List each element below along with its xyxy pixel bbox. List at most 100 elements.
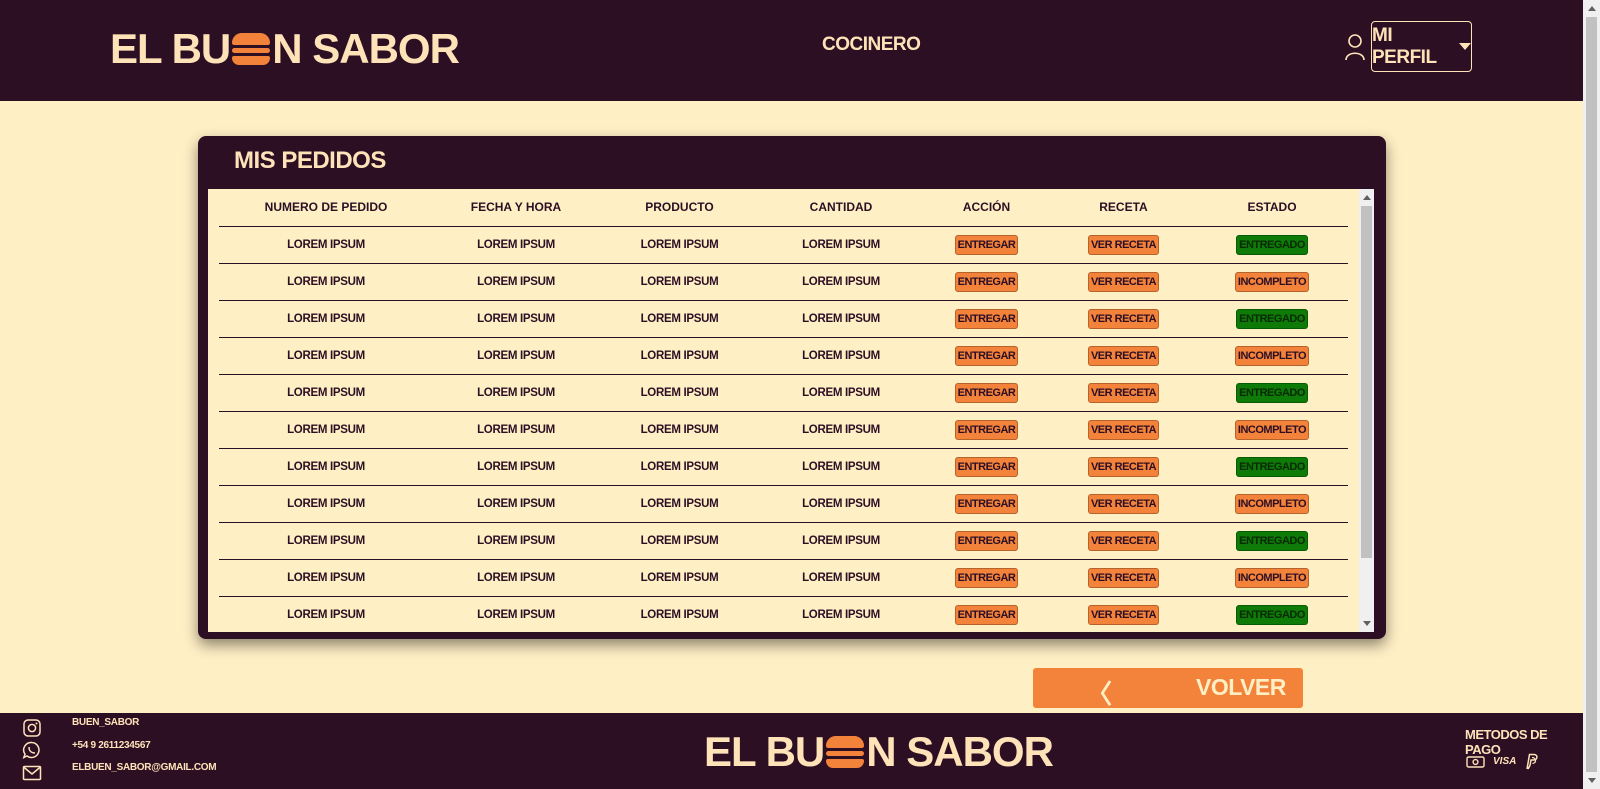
ver-receta-button[interactable]: VER RECETA <box>1087 345 1160 366</box>
cell-cantidad: LOREM IPSUM <box>760 300 922 338</box>
whatsapp-icon[interactable] <box>22 741 42 759</box>
cell-fecha: LOREM IPSUM <box>433 448 599 486</box>
status-badge: ENTREGADO <box>1236 308 1308 329</box>
entregar-button[interactable]: ENTREGAR <box>954 345 1019 366</box>
page-scroll-thumb[interactable] <box>1586 17 1597 772</box>
scroll-up-arrow-icon[interactable] <box>1363 195 1371 200</box>
top-navbar: EL BU N SABOR COCINERO MI PERFIL <box>0 0 1583 101</box>
cell-producto: LOREM IPSUM <box>599 522 760 560</box>
scroll-down-arrow-icon[interactable] <box>1363 621 1371 626</box>
entregar-button[interactable]: ENTREGAR <box>954 271 1019 292</box>
cell-cantidad: LOREM IPSUM <box>760 596 922 632</box>
cell-numero: LOREM IPSUM <box>219 300 433 338</box>
table-row: LOREM IPSUM LOREM IPSUM LOREM IPSUM LOREM I… <box>219 485 1348 523</box>
table-cell: VER RECETA <box>1051 263 1196 301</box>
table-cell: ENTREGAR <box>922 337 1051 375</box>
table-scrollbar[interactable] <box>1359 189 1374 632</box>
chevron-down-icon <box>1459 43 1471 50</box>
status-badge: INCOMPLETO <box>1234 567 1310 588</box>
cell-numero: LOREM IPSUM <box>219 522 433 560</box>
table-cell: ENTREGADO <box>1196 226 1348 264</box>
ver-receta-button[interactable]: VER RECETA <box>1087 382 1160 403</box>
table-row: LOREM IPSUM LOREM IPSUM LOREM IPSUM LOREM I… <box>219 448 1348 486</box>
ver-receta-button[interactable]: VER RECETA <box>1087 419 1160 440</box>
table-cell: ENTREGAR <box>922 374 1051 412</box>
ver-receta-button[interactable]: VER RECETA <box>1087 308 1160 329</box>
status-badge: ENTREGADO <box>1236 382 1308 403</box>
cell-producto: LOREM IPSUM <box>599 374 760 412</box>
orders-panel: MIS PEDIDOS NUMERO DE PEDIDO FECHA Y HOR… <box>198 136 1386 639</box>
profile-dropdown-button[interactable]: MI PERFIL <box>1371 21 1472 72</box>
cell-fecha: LOREM IPSUM <box>433 300 599 338</box>
status-badge: INCOMPLETO <box>1234 271 1310 292</box>
chevron-left-icon: 〈 <box>1086 680 1112 710</box>
footer: BUEN_SABOR +54 9 2611234567 ELBUEN_SABOR… <box>0 713 1583 789</box>
cell-numero: LOREM IPSUM <box>219 226 433 264</box>
page-scroll-up-arrow-icon[interactable] <box>1588 6 1596 11</box>
ver-receta-button[interactable]: VER RECETA <box>1087 456 1160 477</box>
entregar-button[interactable]: ENTREGAR <box>954 419 1019 440</box>
mail-icon[interactable] <box>22 764 42 782</box>
entregar-button[interactable]: ENTREGAR <box>954 234 1019 255</box>
page-scroll-down-arrow-icon[interactable] <box>1588 778 1596 783</box>
cell-numero: LOREM IPSUM <box>219 374 433 412</box>
ver-receta-button[interactable]: VER RECETA <box>1087 530 1160 551</box>
entregar-button[interactable]: ENTREGAR <box>954 382 1019 403</box>
profile-label: MI PERFIL <box>1372 24 1437 68</box>
payment-icons: VISA <box>1466 753 1540 770</box>
volver-button[interactable]: 〈 VOLVER <box>1033 668 1303 710</box>
cell-producto: LOREM IPSUM <box>599 448 760 486</box>
ver-receta-button[interactable]: VER RECETA <box>1087 271 1160 292</box>
orders-table-container: NUMERO DE PEDIDO FECHA Y HORA PRODUCTO C… <box>208 189 1374 632</box>
table-cell: VER RECETA <box>1051 300 1196 338</box>
instagram-icon[interactable] <box>22 719 42 737</box>
table-cell: ENTREGAR <box>922 263 1051 301</box>
cell-producto: LOREM IPSUM <box>599 559 760 597</box>
status-badge: ENTREGADO <box>1236 234 1308 255</box>
instagram-handle[interactable]: BUEN_SABOR <box>72 717 139 728</box>
status-badge: INCOMPLETO <box>1234 419 1310 440</box>
table-cell: VER RECETA <box>1051 559 1196 597</box>
cell-fecha: LOREM IPSUM <box>433 522 599 560</box>
paypal-icon <box>1526 753 1539 770</box>
status-badge: ENTREGADO <box>1236 604 1308 625</box>
entregar-button[interactable]: ENTREGAR <box>954 456 1019 477</box>
header-logo[interactable]: EL BU N SABOR <box>110 24 460 74</box>
orders-title: MIS PEDIDOS <box>234 147 386 174</box>
phone-number[interactable]: +54 9 2611234567 <box>72 740 151 751</box>
cell-cantidad: LOREM IPSUM <box>760 559 922 597</box>
entregar-button[interactable]: ENTREGAR <box>954 308 1019 329</box>
entregar-button[interactable]: ENTREGAR <box>954 604 1019 625</box>
table-cell: VER RECETA <box>1051 448 1196 486</box>
cell-producto: LOREM IPSUM <box>599 263 760 301</box>
cell-fecha: LOREM IPSUM <box>433 411 599 449</box>
table-cell: INCOMPLETO <box>1196 337 1348 375</box>
ver-receta-button[interactable]: VER RECETA <box>1087 604 1160 625</box>
scroll-thumb[interactable] <box>1361 206 1372 558</box>
table-row: LOREM IPSUM LOREM IPSUM LOREM IPSUM LOREM I… <box>219 263 1348 301</box>
ver-receta-button[interactable]: VER RECETA <box>1087 567 1160 588</box>
table-cell: VER RECETA <box>1051 337 1196 375</box>
ver-receta-button[interactable]: VER RECETA <box>1087 493 1160 514</box>
entregar-button[interactable]: ENTREGAR <box>954 493 1019 514</box>
cell-producto: LOREM IPSUM <box>599 485 760 523</box>
cell-fecha: LOREM IPSUM <box>433 559 599 597</box>
table-cell: ENTREGAR <box>922 559 1051 597</box>
column-header-numero: NUMERO DE PEDIDO <box>219 189 433 227</box>
cell-producto: LOREM IPSUM <box>599 226 760 264</box>
orders-table: NUMERO DE PEDIDO FECHA Y HORA PRODUCTO C… <box>219 189 1348 632</box>
page-scrollbar[interactable] <box>1583 0 1600 789</box>
email-address[interactable]: ELBUEN_SABOR@GMAIL.COM <box>72 762 217 773</box>
table-cell: VER RECETA <box>1051 374 1196 412</box>
cell-numero: LOREM IPSUM <box>219 337 433 375</box>
table-cell: ENTREGAR <box>922 485 1051 523</box>
entregar-button[interactable]: ENTREGAR <box>954 530 1019 551</box>
ver-receta-button[interactable]: VER RECETA <box>1087 234 1160 255</box>
cell-cantidad: LOREM IPSUM <box>760 374 922 412</box>
status-badge: INCOMPLETO <box>1234 345 1310 366</box>
table-row: LOREM IPSUM LOREM IPSUM LOREM IPSUM LOREM I… <box>219 559 1348 597</box>
table-row: LOREM IPSUM LOREM IPSUM LOREM IPSUM LOREM I… <box>219 522 1348 560</box>
entregar-button[interactable]: ENTREGAR <box>954 567 1019 588</box>
table-cell: ENTREGADO <box>1196 596 1348 632</box>
cell-producto: LOREM IPSUM <box>599 300 760 338</box>
